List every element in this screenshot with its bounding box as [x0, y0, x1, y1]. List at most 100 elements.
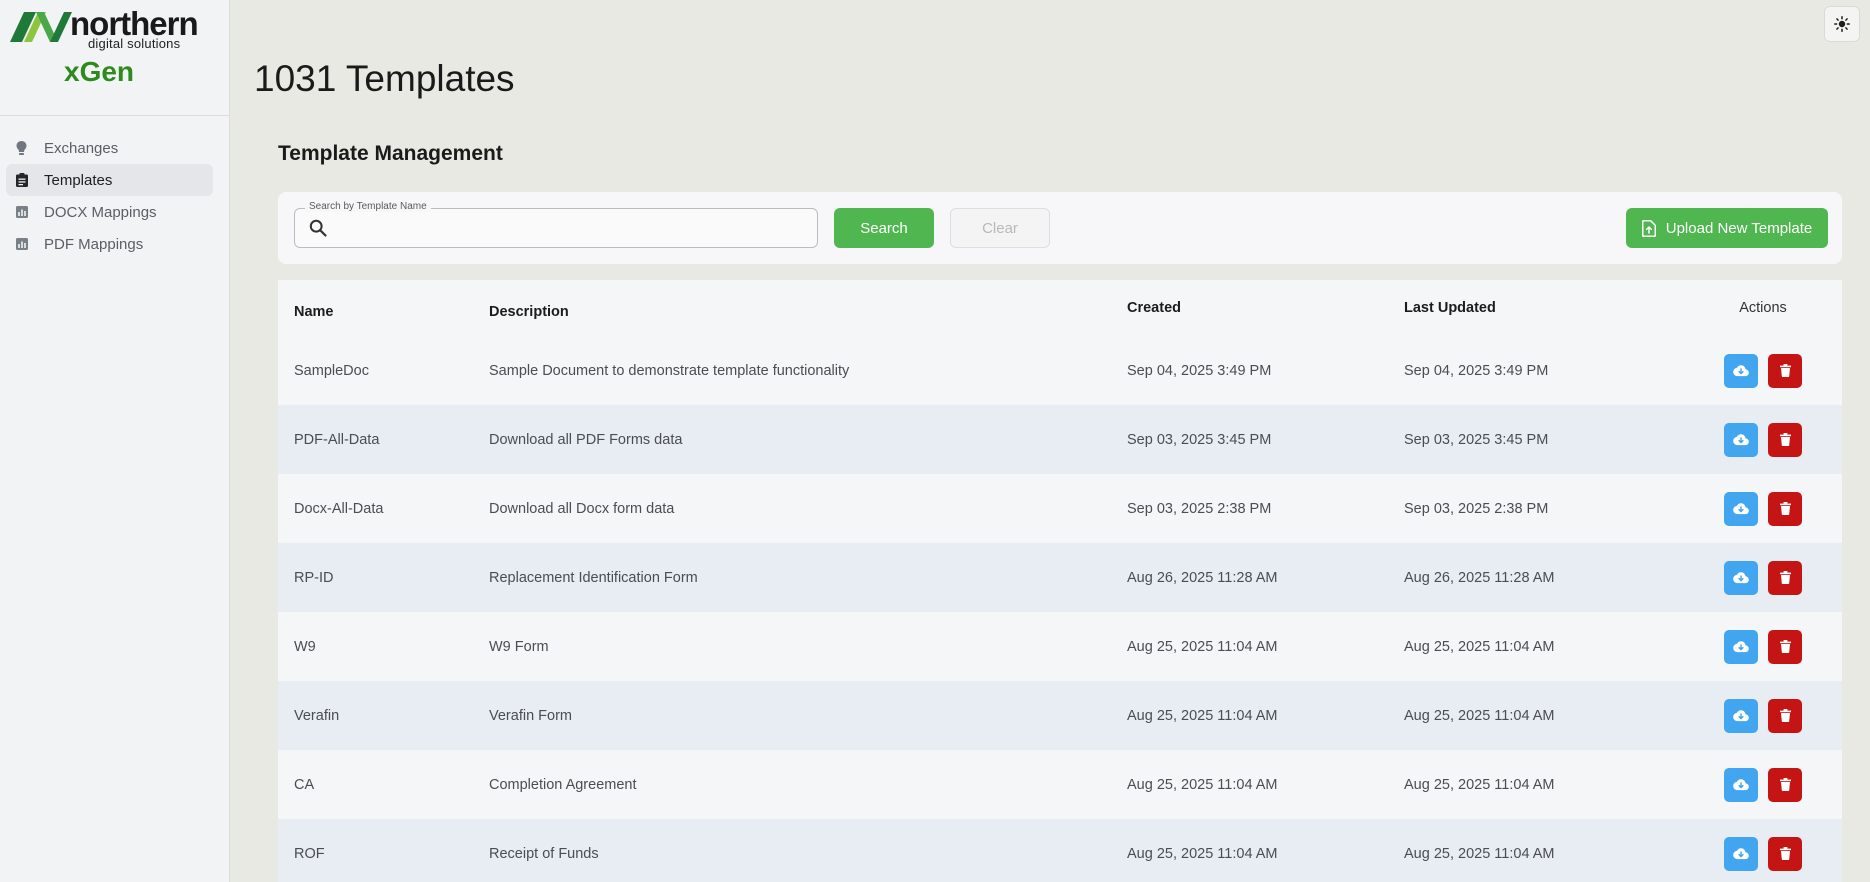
sidebar-nav: Exchanges Templates DOCX Mappings PDF Ma… [0, 116, 229, 260]
trash-icon [1779, 778, 1791, 791]
download-button[interactable] [1724, 698, 1758, 733]
page-title: 1031 Templates [254, 58, 515, 99]
delete-button[interactable] [1768, 836, 1802, 871]
company-subtitle: digital solutions [88, 36, 181, 51]
cell-last-updated: Sep 03, 2025 3:45 PM [1404, 431, 1549, 448]
sidebar-item-label: DOCX Mappings [44, 203, 157, 221]
cell-name: ROF [294, 845, 325, 862]
cell-name: CA [294, 776, 315, 793]
cell-actions [1708, 336, 1818, 405]
delete-button[interactable] [1768, 491, 1802, 526]
search-field[interactable]: Search by Template Name [294, 201, 818, 248]
download-button[interactable] [1724, 491, 1758, 526]
upload-new-template-button[interactable]: Upload New Template [1626, 208, 1828, 248]
download-button[interactable] [1724, 767, 1758, 802]
column-header-name[interactable]: Name [294, 284, 334, 340]
cell-actions [1708, 474, 1818, 543]
table-header: Name Description Created Last Updated Ac… [278, 280, 1842, 336]
delete-button[interactable] [1768, 422, 1802, 457]
cell-description: Completion Agreement [489, 776, 637, 793]
sidebar-item-label: Templates [44, 171, 113, 189]
delete-button[interactable] [1768, 629, 1802, 664]
cell-description: Verafin Form [489, 707, 572, 724]
clear-button[interactable]: Clear [950, 208, 1050, 248]
column-header-created[interactable]: Created [1127, 280, 1181, 336]
table-row: PDF-All-Data Download all PDF Forms data… [278, 405, 1842, 474]
sidebar-item-label: PDF Mappings [44, 235, 144, 253]
sidebar-item-templates[interactable]: Templates [6, 164, 213, 196]
cell-name: SampleDoc [294, 362, 369, 379]
cell-created: Aug 25, 2025 11:04 AM [1127, 638, 1278, 655]
search-button[interactable]: Search [834, 208, 934, 248]
trash-icon [1779, 640, 1791, 653]
theme-toggle-button[interactable] [1824, 6, 1860, 42]
cloud-download-icon [1733, 571, 1749, 583]
brand-header: northern digital solutions xGen [0, 0, 229, 116]
cell-created: Sep 03, 2025 3:45 PM [1127, 431, 1272, 448]
cell-actions [1708, 681, 1818, 750]
table-row: Verafin Verafin Form Aug 25, 2025 11:04 … [278, 681, 1842, 750]
lightbulb-icon [16, 141, 34, 155]
cell-name: W9 [294, 638, 316, 655]
upload-button-label: Upload New Template [1665, 219, 1813, 237]
column-header-description[interactable]: Description [489, 284, 569, 340]
cell-last-updated: Aug 25, 2025 11:04 AM [1404, 707, 1555, 724]
table-row: Docx-All-Data Download all Docx form dat… [278, 474, 1842, 543]
table-row: RP-ID Replacement Identification Form Au… [278, 543, 1842, 612]
cloud-download-icon [1733, 709, 1749, 721]
cell-name: RP-ID [294, 569, 334, 586]
sidebar-item-docx-mappings[interactable]: DOCX Mappings [6, 196, 213, 228]
search-input[interactable] [335, 215, 805, 241]
cell-description: Replacement Identification Form [489, 569, 698, 586]
cloud-download-icon [1733, 847, 1749, 859]
search-toolbar: Search by Template Name Search Clear Upl… [278, 192, 1842, 264]
cell-created: Sep 04, 2025 3:49 PM [1127, 362, 1272, 379]
cell-created: Aug 25, 2025 11:04 AM [1127, 707, 1278, 724]
cell-last-updated: Aug 25, 2025 11:04 AM [1404, 776, 1555, 793]
search-label: Search by Template Name [305, 201, 431, 212]
cell-last-updated: Aug 25, 2025 11:04 AM [1404, 845, 1555, 862]
cell-actions [1708, 405, 1818, 474]
sidebar-item-exchanges[interactable]: Exchanges [6, 132, 213, 164]
cell-last-updated: Aug 25, 2025 11:04 AM [1404, 638, 1555, 655]
trash-icon [1779, 502, 1791, 515]
sidebar-item-pdf-mappings[interactable]: PDF Mappings [6, 228, 213, 260]
trash-icon [1779, 364, 1791, 377]
cell-description: W9 Form [489, 638, 549, 655]
cell-description: Sample Document to demonstrate template … [489, 362, 850, 379]
delete-button[interactable] [1768, 698, 1802, 733]
cell-last-updated: Sep 03, 2025 2:38 PM [1404, 500, 1549, 517]
cell-created: Aug 25, 2025 11:04 AM [1127, 776, 1278, 793]
cell-actions [1708, 543, 1818, 612]
download-button[interactable] [1724, 560, 1758, 595]
delete-button[interactable] [1768, 560, 1802, 595]
download-button[interactable] [1724, 629, 1758, 664]
column-header-last-updated[interactable]: Last Updated [1404, 280, 1496, 336]
cloud-download-icon [1733, 502, 1749, 514]
delete-button[interactable] [1768, 767, 1802, 802]
download-button[interactable] [1724, 353, 1758, 388]
download-button[interactable] [1724, 422, 1758, 457]
cell-actions [1708, 819, 1818, 882]
section-title: Template Management [278, 142, 503, 165]
cell-description: Receipt of Funds [489, 845, 599, 862]
file-upload-icon [1641, 219, 1656, 237]
cell-created: Aug 26, 2025 11:28 AM [1127, 569, 1278, 586]
cell-description: Download all Docx form data [489, 500, 675, 517]
cell-name: Docx-All-Data [294, 500, 384, 517]
cell-actions [1708, 750, 1818, 819]
table-row: SampleDoc Sample Document to demonstrate… [278, 336, 1842, 405]
templates-table: Name Description Created Last Updated Ac… [278, 280, 1842, 882]
cloud-download-icon [1733, 364, 1749, 376]
table-row: ROF Receipt of Funds Aug 25, 2025 11:04 … [278, 819, 1842, 882]
sidebar: northern digital solutions xGen Exchange… [0, 0, 230, 882]
trash-icon [1779, 571, 1791, 584]
sun-icon [1834, 16, 1850, 32]
table-body: SampleDoc Sample Document to demonstrate… [278, 336, 1842, 882]
cell-name: PDF-All-Data [294, 431, 380, 448]
download-button[interactable] [1724, 836, 1758, 871]
northern-logo-icon [10, 12, 72, 42]
cell-actions [1708, 612, 1818, 681]
cloud-download-icon [1733, 433, 1749, 445]
delete-button[interactable] [1768, 353, 1802, 388]
